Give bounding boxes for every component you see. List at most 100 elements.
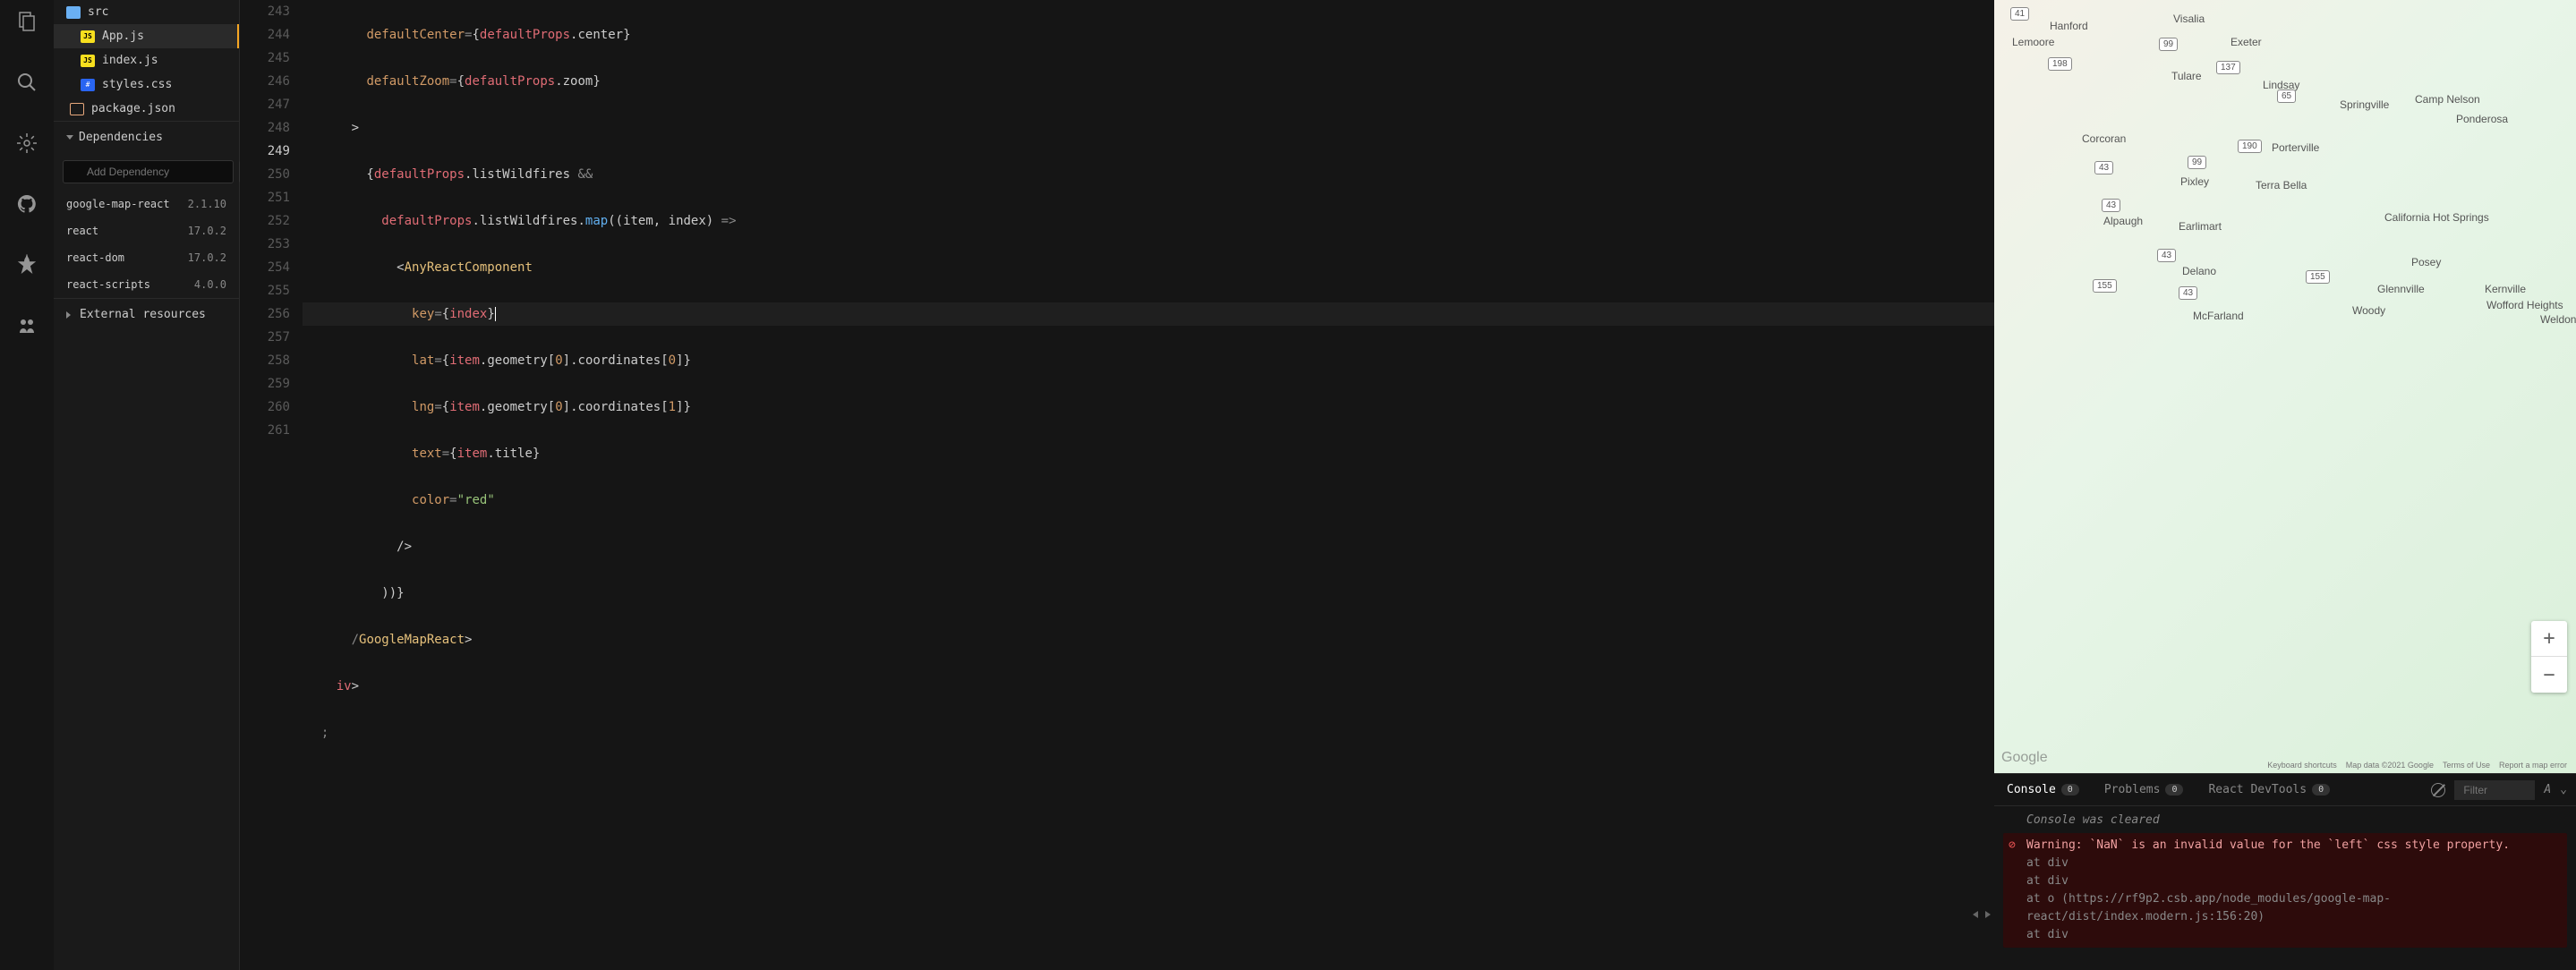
route-shield: 43 <box>2179 286 2197 300</box>
error-line: at o (https://rf9p2.csb.app/node_modules… <box>2026 892 2391 923</box>
dep-row[interactable]: react-scripts 4.0.0 <box>54 271 239 298</box>
tab-problems[interactable]: Problems0 <box>2101 783 2188 796</box>
map-city-label: Hanford <box>2050 20 2088 32</box>
js-icon: JS <box>81 55 95 67</box>
tab-badge: 0 <box>2165 784 2183 796</box>
external-header[interactable]: External resources <box>54 298 239 330</box>
panel-resize-handle[interactable] <box>1973 911 1991 925</box>
external-header-label: External resources <box>80 308 206 321</box>
file-package-json[interactable]: package.json <box>54 97 239 121</box>
map-city-label: Earlimart <box>2179 220 2222 233</box>
chevron-down-icon[interactable]: ⌄ <box>2560 783 2567 796</box>
map-city-label: Wofford Heights <box>2486 299 2563 311</box>
map-city-label: Visalia <box>2173 13 2205 25</box>
file-label: styles.css <box>102 78 172 91</box>
dep-version: 4.0.0 <box>194 278 226 291</box>
json-icon <box>70 103 84 115</box>
console-error: Warning: `NaN` is an invalid value for t… <box>2003 833 2567 948</box>
activity-bar <box>0 0 54 970</box>
dep-row[interactable]: google-map-react2.1.10 <box>54 191 239 217</box>
code-editor[interactable]: 2432442452462472482492502512522532542552… <box>240 0 1994 970</box>
dep-row[interactable]: react 17.0.2 <box>54 217 239 244</box>
map-city-label: Alpaugh <box>2103 215 2143 227</box>
settings-icon[interactable] <box>14 131 39 156</box>
map-city-label: Pixley <box>2180 175 2209 188</box>
console-message: Console was cleared <box>2003 812 2567 830</box>
route-shield: 43 <box>2094 161 2113 174</box>
route-shield: 43 <box>2102 199 2120 212</box>
error-line: at div <box>2026 928 2068 941</box>
map-city-label: Tulare <box>2171 70 2202 82</box>
chevron-right-icon <box>66 311 74 319</box>
route-shield: 99 <box>2159 38 2178 51</box>
file-sidebar: src JS App.js JS index.js # styles.css p… <box>54 0 240 970</box>
file-app-js[interactable]: JS App.js <box>54 24 239 48</box>
map-footer-link: Map data ©2021 Google <box>2346 761 2434 770</box>
map-footer-link[interactable]: Keyboard shortcuts <box>2267 761 2337 770</box>
search-icon[interactable] <box>14 70 39 95</box>
console-level-toggle[interactable]: A <box>2544 783 2551 796</box>
map-city-label: Glennville <box>2377 283 2425 295</box>
route-shield: 99 <box>2188 156 2206 169</box>
css-icon: # <box>81 79 95 91</box>
tab-console[interactable]: Console 0 <box>2003 783 2083 796</box>
file-styles-css[interactable]: # styles.css <box>54 72 239 97</box>
dep-name: react-dom <box>66 251 124 264</box>
console-tabs: Console 0 Problems0 React DevTools0 A ⌄ <box>1994 774 2576 806</box>
live-icon[interactable] <box>14 313 39 338</box>
file-label: index.js <box>102 54 158 67</box>
map-area[interactable]: Google Keyboard shortcuts Map data ©2021… <box>1994 0 2576 773</box>
code-area[interactable]: defaultCenter={defaultProps.center} defa… <box>303 0 1994 970</box>
deps-header[interactable]: Dependencies <box>54 121 239 153</box>
google-logo: Google <box>2001 750 2048 766</box>
folder-icon <box>66 6 81 19</box>
dep-name: react-scripts <box>66 278 150 291</box>
zoom-out-button[interactable]: − <box>2531 657 2567 693</box>
deploy-icon[interactable] <box>14 252 39 277</box>
map-city-label: Posey <box>2411 256 2441 268</box>
zoom-in-button[interactable]: + <box>2531 621 2567 657</box>
map-city-label: Springville <box>2340 98 2389 111</box>
zoom-controls: + − <box>2531 621 2567 693</box>
file-label: App.js <box>102 30 144 43</box>
map-city-label: California Hot Springs <box>2384 211 2489 224</box>
map-footer-link[interactable]: Terms of Use <box>2443 761 2490 770</box>
dep-name: react <box>66 225 98 237</box>
tab-badge: 0 <box>2061 784 2079 796</box>
route-shield: 190 <box>2238 140 2262 153</box>
route-shield: 41 <box>2010 7 2029 21</box>
route-shield: 137 <box>2216 61 2240 74</box>
dep-version: 17.0.2 <box>188 225 226 237</box>
route-shield: 155 <box>2306 270 2330 284</box>
map-footer-link[interactable]: Report a map error <box>2499 761 2567 770</box>
tab-react-devtools[interactable]: React DevTools0 <box>2205 783 2333 796</box>
folder-src[interactable]: src <box>54 0 239 24</box>
folder-label: src <box>88 5 108 19</box>
github-icon[interactable] <box>14 191 39 217</box>
tab-label: Console <box>2007 783 2056 796</box>
map-city-label: McFarland <box>2193 310 2244 322</box>
map-city-label: Corcoran <box>2082 132 2126 145</box>
clear-console-icon[interactable] <box>2431 783 2445 797</box>
map-city-label: Terra Bella <box>2256 179 2307 191</box>
deps-header-label: Dependencies <box>79 131 163 144</box>
preview-pane: Google Keyboard shortcuts Map data ©2021… <box>1994 0 2576 970</box>
route-shield: 155 <box>2093 279 2117 293</box>
map-city-label: Weldon <box>2540 313 2576 326</box>
map-city-label: Lemoore <box>2012 36 2054 48</box>
dep-search-input[interactable] <box>63 160 234 183</box>
dep-version: 17.0.2 <box>188 251 226 264</box>
files-icon[interactable] <box>14 9 39 34</box>
dep-name: google-map-react <box>66 198 170 210</box>
map-city-label: Porterville <box>2272 141 2319 154</box>
console-filter-input[interactable] <box>2454 780 2535 800</box>
map-city-label: Exeter <box>2231 36 2262 48</box>
map-city-label: Woody <box>2352 304 2385 317</box>
map-city-label: Camp Nelson <box>2415 93 2480 106</box>
route-shield: 65 <box>2277 89 2296 103</box>
dep-row[interactable]: react-dom 17.0.2 <box>54 244 239 271</box>
file-index-js[interactable]: JS index.js <box>54 48 239 72</box>
error-line: at div <box>2026 874 2068 888</box>
console-body[interactable]: Console was cleared Warning: `NaN` is an… <box>1994 806 2576 970</box>
file-label: package.json <box>91 102 175 115</box>
